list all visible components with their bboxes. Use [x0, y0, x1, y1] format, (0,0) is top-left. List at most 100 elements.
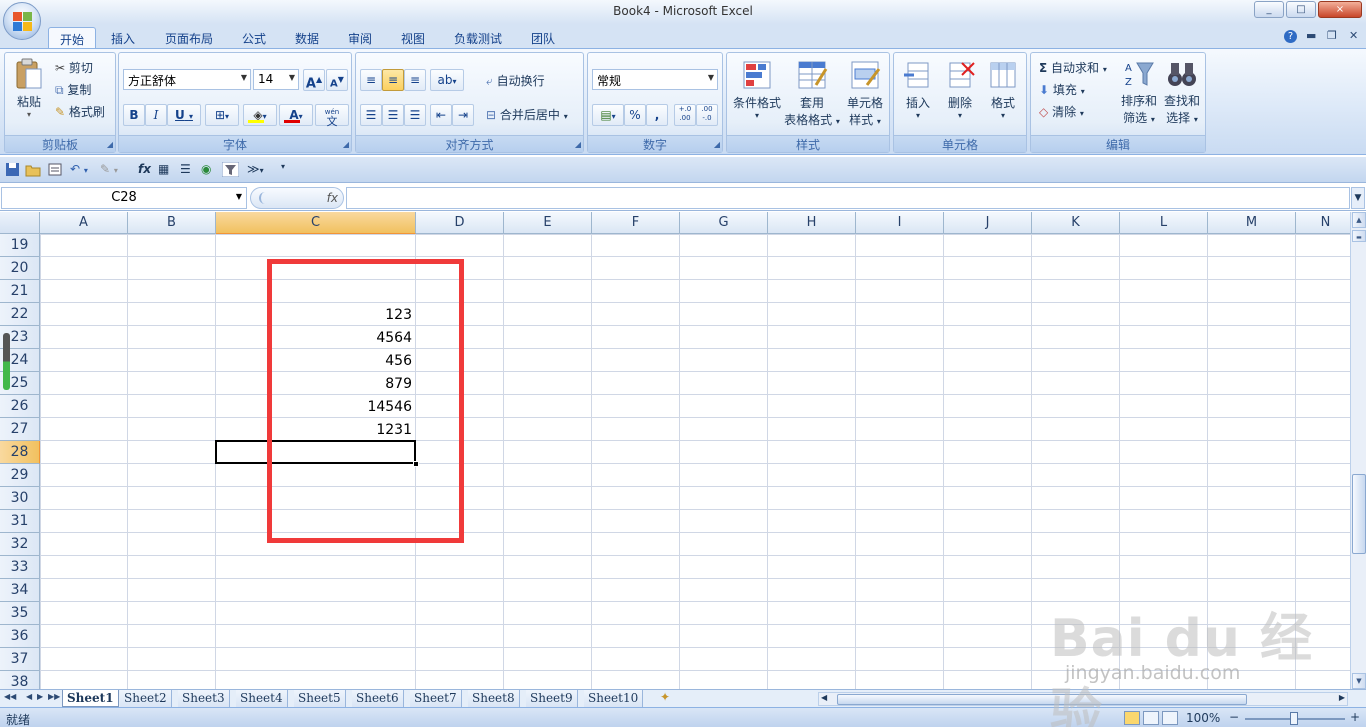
row-header-30[interactable]: 30 — [0, 487, 40, 510]
align-right-button[interactable]: ☰ — [404, 104, 426, 126]
format-painter-button[interactable]: ✎ 格式刷 — [55, 103, 105, 120]
number-format-combo[interactable]: 常规 ▼ — [592, 69, 718, 90]
column-header-m[interactable]: M — [1208, 212, 1296, 234]
office-button[interactable] — [3, 2, 41, 40]
align-middle-button[interactable]: ≡ — [382, 69, 404, 91]
sheet-tab-sheet8[interactable]: Sheet8 — [468, 690, 520, 707]
cell-area[interactable]: 123 4564 456 879 14546 1231 — [40, 234, 1350, 689]
insert-function-icon[interactable]: fx — [138, 162, 151, 176]
bold-button[interactable]: B — [123, 104, 145, 126]
help-icon[interactable]: ? — [1284, 29, 1297, 43]
paste-button[interactable]: 粘贴 ▾ — [11, 57, 47, 119]
wrap-text-button[interactable]: ⤶ 自动换行 — [486, 72, 545, 89]
expand-formula-bar-icon[interactable]: ▼ — [1351, 187, 1365, 209]
sheet-tab-sheet4[interactable]: Sheet4 — [236, 690, 288, 707]
shrink-font-button[interactable]: A▼ — [326, 69, 348, 91]
align-top-button[interactable]: ≡ — [360, 69, 382, 91]
border-button[interactable]: ⊞▾ — [205, 104, 239, 126]
last-sheet-icon[interactable]: ▶▶ — [48, 692, 60, 701]
split-handle-icon[interactable]: ▬ — [1352, 230, 1366, 242]
row-header-26[interactable]: 26 — [0, 395, 40, 418]
scroll-right-icon[interactable]: ▶ — [1339, 693, 1345, 702]
sheet-tab-sheet1[interactable]: Sheet1 — [62, 690, 119, 707]
next-sheet-icon[interactable]: ▶ — [37, 692, 43, 701]
sort-icon[interactable]: ≫▾ — [247, 162, 264, 176]
column-header-l[interactable]: L — [1120, 212, 1208, 234]
percent-button[interactable]: % — [624, 104, 646, 126]
ribbon-close-icon[interactable]: ✕ — [1349, 29, 1358, 42]
alignment-launcher-icon[interactable]: ◢ — [575, 140, 581, 149]
fx-button[interactable]: fx — [327, 191, 338, 205]
row-header-34[interactable]: 34 — [0, 579, 40, 602]
column-header-n[interactable]: N — [1296, 212, 1350, 234]
row-header-28[interactable]: 28 — [0, 441, 40, 464]
column-header-i[interactable]: I — [856, 212, 944, 234]
cut-button[interactable]: ✂ 剪切 — [55, 59, 93, 76]
print-preview-icon[interactable] — [47, 162, 63, 180]
find-select-button[interactable]: 查找和 选择 ▾ — [1161, 59, 1203, 126]
globe-icon[interactable]: ◉ — [201, 162, 211, 176]
column-header-a[interactable]: A — [40, 212, 128, 234]
sheet-tab-sheet2[interactable]: Sheet2 — [120, 690, 172, 707]
scroll-down-icon[interactable]: ▼ — [1352, 673, 1366, 689]
table-grid-icon[interactable]: ▦ — [158, 162, 169, 176]
column-header-k[interactable]: K — [1032, 212, 1120, 234]
font-size-combo[interactable]: 14 ▼ — [253, 69, 299, 90]
increase-decimal-button[interactable]: +.0.00 — [674, 104, 696, 126]
sheet-tab-sheet10[interactable]: Sheet10 — [584, 690, 644, 707]
tab-home[interactable]: 开始 — [48, 27, 97, 49]
align-left-button[interactable]: ☰ — [360, 104, 382, 126]
align-center-button[interactable]: ☰ — [382, 104, 404, 126]
row-header-31[interactable]: 31 — [0, 510, 40, 533]
freeze-panes-icon[interactable]: ☰ — [180, 162, 191, 176]
ribbon-restore-icon[interactable]: ❐ — [1327, 29, 1337, 42]
orientation-button[interactable]: ab▾ — [430, 69, 464, 91]
row-header-38[interactable]: 38 — [0, 671, 40, 689]
row-header-29[interactable]: 29 — [0, 464, 40, 487]
fill-button[interactable]: ⬇ 填充 ▾ — [1039, 81, 1085, 98]
paste-dropdown-icon[interactable]: ▾ — [11, 110, 47, 119]
autosum-button[interactable]: Σ 自动求和 ▾ — [1039, 59, 1107, 76]
undo-icon[interactable]: ↶ ▾ — [70, 162, 88, 176]
phonetic-button[interactable]: wén 文 — [315, 104, 349, 127]
redo-icon[interactable]: ✎ ▾ — [100, 162, 118, 176]
underline-button[interactable]: U ▾ — [167, 104, 201, 126]
column-header-j[interactable]: J — [944, 212, 1032, 234]
zoom-out-icon[interactable]: − — [1229, 710, 1239, 724]
row-header-19[interactable]: 19 — [0, 234, 40, 257]
tab-load-test[interactable]: 负载测试 — [443, 27, 513, 49]
column-header-c[interactable]: C — [216, 212, 416, 234]
sheet-tab-sheet7[interactable]: Sheet7 — [410, 690, 462, 707]
cell-styles-button[interactable]: 单元格 样式 ▾ — [841, 59, 889, 128]
accounting-format-button[interactable]: ▤▾ — [592, 104, 624, 126]
column-header-b[interactable]: B — [128, 212, 216, 234]
horizontal-scrollbar[interactable]: ◀ ▶ — [818, 692, 1348, 706]
format-cells-button[interactable]: 格式 ▾ — [982, 59, 1024, 120]
tab-insert[interactable]: 插入 — [100, 27, 146, 49]
select-all-corner[interactable] — [0, 212, 40, 234]
zoom-in-icon[interactable]: + — [1350, 710, 1360, 724]
scroll-up-icon[interactable]: ▲ — [1352, 212, 1366, 228]
save-icon[interactable] — [5, 162, 20, 180]
align-bottom-button[interactable]: ≡ — [404, 69, 426, 91]
first-sheet-icon[interactable]: ◀◀ — [4, 692, 16, 701]
font-name-combo[interactable]: 方正舒体 ▼ — [123, 69, 251, 90]
row-header-37[interactable]: 37 — [0, 648, 40, 671]
column-header-e[interactable]: E — [504, 212, 592, 234]
minimize-button[interactable]: _ — [1254, 1, 1284, 18]
grow-font-button[interactable]: A▲ — [303, 69, 325, 91]
clipboard-launcher-icon[interactable]: ◢ — [107, 140, 113, 149]
restore-button[interactable]: □ — [1286, 1, 1316, 18]
vertical-scrollbar[interactable]: ▲ ▬ ▼ — [1350, 212, 1366, 689]
prev-sheet-icon[interactable]: ◀ — [26, 692, 32, 701]
row-header-33[interactable]: 33 — [0, 556, 40, 579]
row-header-21[interactable]: 21 — [0, 280, 40, 303]
normal-view-icon[interactable] — [1124, 711, 1140, 725]
tab-view[interactable]: 视图 — [390, 27, 436, 49]
tab-review[interactable]: 审阅 — [337, 27, 383, 49]
decrease-decimal-button[interactable]: .00 -.0 — [696, 104, 718, 126]
row-header-35[interactable]: 35 — [0, 602, 40, 625]
row-header-27[interactable]: 27 — [0, 418, 40, 441]
row-header-20[interactable]: 20 — [0, 257, 40, 280]
decrease-indent-button[interactable]: ⇤ — [430, 104, 452, 126]
